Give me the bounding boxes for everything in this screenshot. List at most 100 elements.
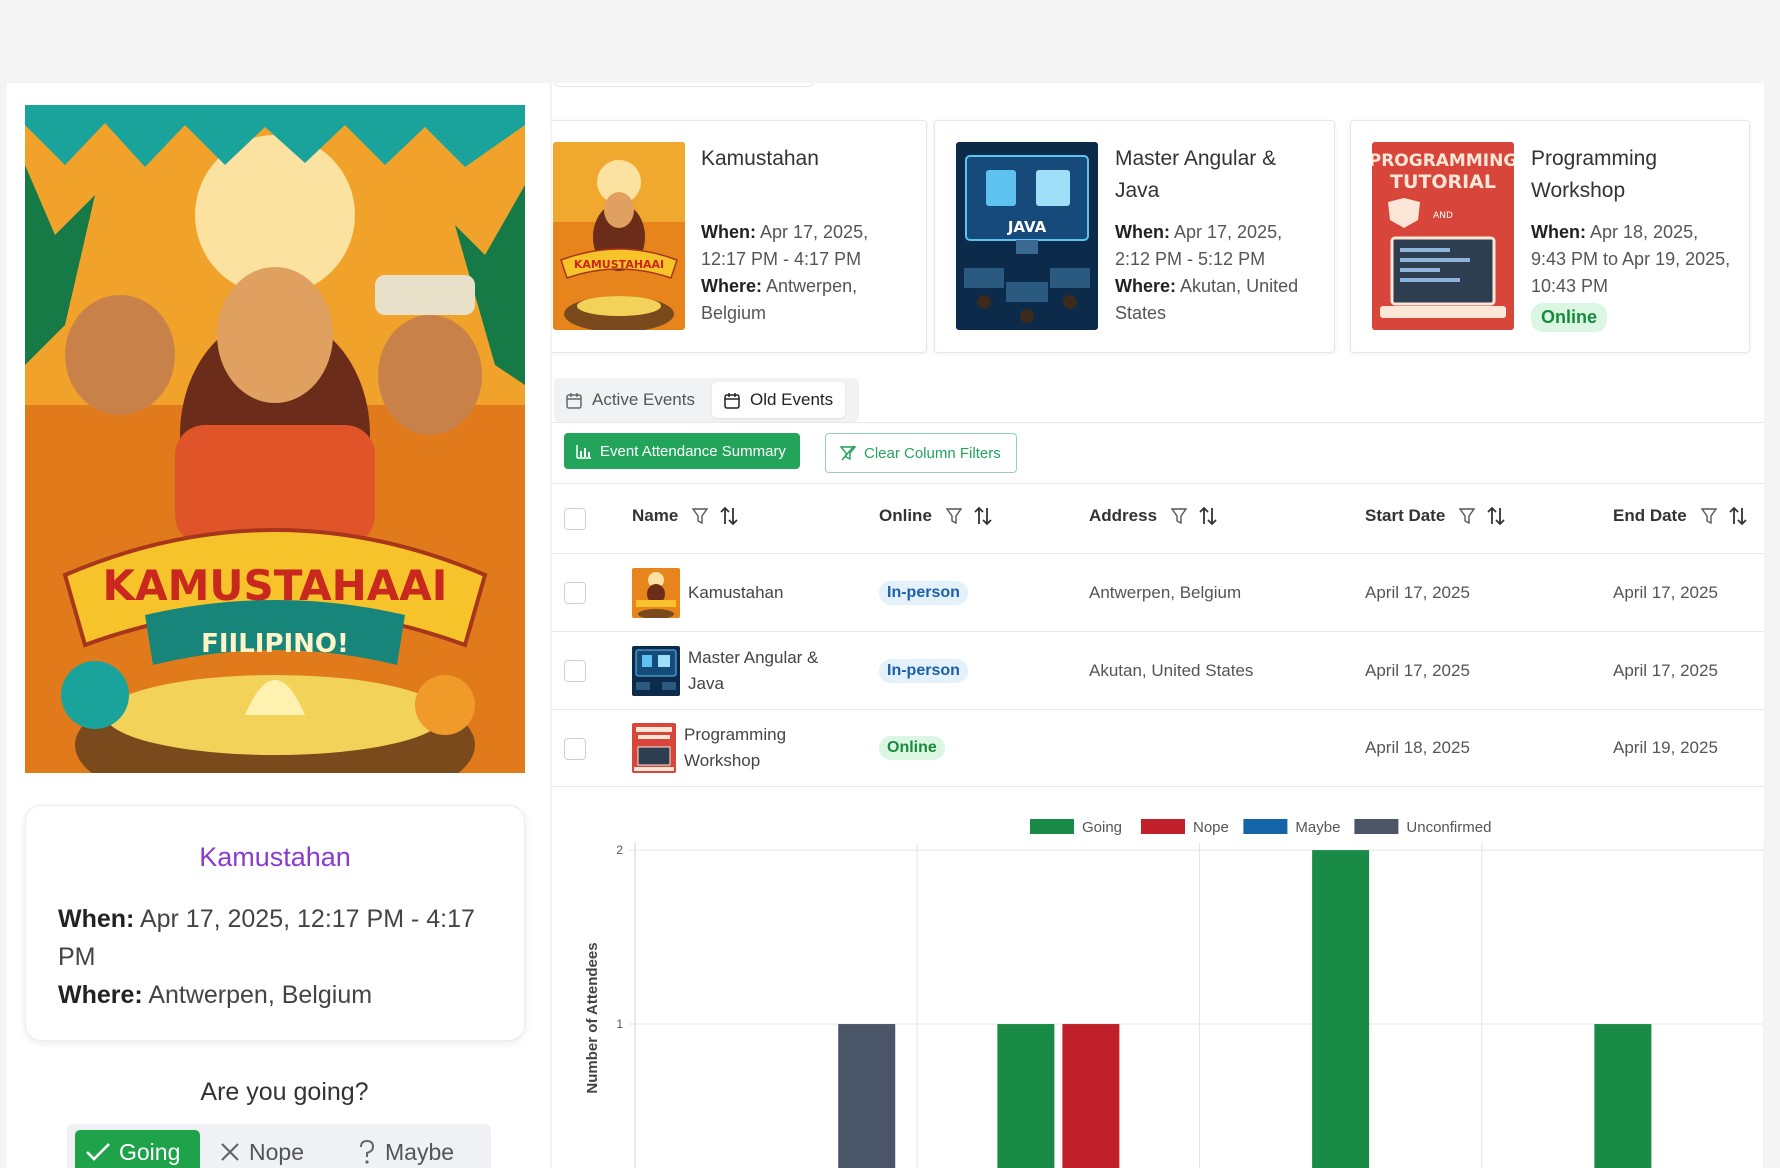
filter-icon[interactable] bbox=[1171, 507, 1188, 525]
kamustahan-mini-art bbox=[632, 567, 680, 618]
row-thumbnail bbox=[632, 645, 680, 696]
cell-start-date: April 17, 2025 bbox=[1365, 660, 1470, 680]
sort-icon[interactable] bbox=[1199, 506, 1217, 526]
poster-sub-text: FIILIPINO! bbox=[201, 629, 349, 659]
event-thumbnail: JAVA bbox=[956, 142, 1098, 330]
attendance-chart-svg: 012Number of AttendeesGoingNopeMaybeUnco… bbox=[584, 819, 1764, 1168]
filter-icon[interactable] bbox=[945, 507, 962, 525]
event-where-line: Where: Antwerpen, Belgium bbox=[58, 976, 498, 1014]
cell-end-date: April 17, 2025 bbox=[1613, 660, 1718, 680]
table-row[interactable]: Kamustahan In-person Antwerpen, Belgium … bbox=[552, 553, 1764, 631]
rsvp-maybe-button[interactable]: Maybe bbox=[347, 1130, 477, 1168]
sort-icon[interactable] bbox=[720, 506, 738, 526]
cell-end-date: April 19, 2025 bbox=[1613, 738, 1718, 757]
clear-column-filters-button[interactable]: Clear Column Filters bbox=[825, 433, 1017, 473]
column-label: End Date bbox=[1613, 506, 1687, 525]
java-thumb-art: JAVA bbox=[956, 142, 1098, 330]
filter-icon[interactable] bbox=[1459, 507, 1476, 525]
column-header-address[interactable]: Address bbox=[1089, 506, 1229, 526]
cell-start-date: April 17, 2025 bbox=[1365, 582, 1470, 602]
table-row[interactable]: Programming Workshop Online April 18, 20… bbox=[552, 709, 1764, 787]
event-card-master-angular-java[interactable]: JAVA Master Angular & Java When: Apr 17,… bbox=[934, 120, 1335, 353]
select-all-checkbox[interactable] bbox=[564, 508, 586, 530]
events-main-area: KAMUSTAHAAI Kamustahan When: Apr 17, 202… bbox=[552, 83, 1764, 1168]
bar-going bbox=[1312, 850, 1370, 1168]
column-label: Name bbox=[632, 506, 679, 525]
filter-slash-icon bbox=[840, 445, 856, 461]
when-label: When: bbox=[58, 905, 135, 933]
column-label: Address bbox=[1089, 506, 1158, 525]
column-header-end-date[interactable]: End Date bbox=[1613, 506, 1759, 526]
calendar-icon bbox=[566, 392, 582, 409]
tab-label: Old Events bbox=[750, 390, 834, 409]
calendar-icon bbox=[724, 392, 740, 409]
bar-chart-icon bbox=[576, 444, 591, 459]
sort-icon[interactable] bbox=[974, 506, 992, 526]
when-label: When: bbox=[701, 222, 756, 242]
row-checkbox[interactable] bbox=[564, 738, 586, 760]
column-header-name[interactable]: Name bbox=[632, 506, 750, 526]
legend-label: Going bbox=[1082, 819, 1122, 836]
close-icon bbox=[221, 1143, 239, 1161]
event-attendance-summary-button[interactable]: Event Attendance Summary bbox=[564, 433, 800, 469]
in-person-badge: In-person bbox=[879, 658, 968, 683]
event-card-kamustahan[interactable]: KAMUSTAHAAI Kamustahan When: Apr 17, 202… bbox=[552, 120, 927, 353]
cell-address: Antwerpen, Belgium bbox=[1089, 582, 1242, 602]
cell-online: In-person bbox=[879, 554, 968, 631]
event-poster-image: KAMUSTAHAAI FIILIPINO! bbox=[25, 105, 525, 773]
row-name: Kamustahan bbox=[688, 582, 784, 602]
table-row[interactable]: Master Angular & Java In-person Akutan, … bbox=[552, 631, 1764, 709]
rsvp-maybe-label: Maybe bbox=[385, 1138, 455, 1165]
rsvp-going-label: Going bbox=[119, 1138, 181, 1165]
clear-filters-label: Clear Column Filters bbox=[864, 444, 1001, 462]
cell-name: Programming Workshop bbox=[632, 710, 834, 786]
event-card-title: Programming Workshop bbox=[1531, 147, 1658, 202]
column-header-online[interactable]: Online bbox=[879, 506, 1004, 526]
cell-start-date: April 18, 2025 bbox=[1365, 738, 1470, 757]
y-axis-label: Number of Attendees bbox=[584, 942, 601, 1093]
in-person-badge: In-person bbox=[879, 580, 968, 605]
event-card-details: When: Apr 17, 2025, 12:17 PM - 4:17 PM W… bbox=[701, 219, 901, 327]
thumb-text-3: AND bbox=[1433, 211, 1453, 221]
cell-online: In-person bbox=[879, 632, 968, 709]
event-card-programming-workshop[interactable]: PROGRAMMING TUTORIAL AND Programming Wor… bbox=[1350, 120, 1750, 353]
event-when-line: When: Apr 17, 2025, 12:17 PM - 4:17 PM bbox=[58, 900, 498, 976]
event-info-title: Kamustahan bbox=[199, 842, 351, 872]
tab-active-events[interactable]: Active Events bbox=[554, 382, 707, 418]
row-checkbox[interactable] bbox=[564, 582, 586, 604]
legend-swatch bbox=[1243, 819, 1288, 834]
top-tab-stub bbox=[552, 83, 816, 87]
row-thumbnail bbox=[632, 567, 680, 618]
where-label: Where: bbox=[1115, 276, 1177, 296]
filter-icon[interactable] bbox=[1700, 507, 1717, 525]
java-mini-art bbox=[632, 645, 680, 696]
summary-button-label: Event Attendance Summary bbox=[600, 442, 786, 460]
programming-thumb-art: PROGRAMMING TUTORIAL AND bbox=[1372, 142, 1514, 330]
sort-icon[interactable] bbox=[1487, 506, 1505, 526]
rsvp-going-button[interactable]: Going bbox=[75, 1130, 200, 1168]
when-label: When: bbox=[1115, 222, 1170, 242]
poster-illustration: KAMUSTAHAAI FIILIPINO! bbox=[25, 105, 525, 773]
column-label: Start Date bbox=[1365, 506, 1446, 525]
event-card-details: When: Apr 18, 2025, 9:43 PM to Apr 19, 2… bbox=[1531, 219, 1731, 332]
bar-nope bbox=[1062, 1024, 1120, 1168]
check-icon bbox=[86, 1143, 110, 1161]
filter-icon[interactable] bbox=[692, 507, 709, 525]
rsvp-question: Are you going? bbox=[200, 1078, 369, 1106]
cell-name: Kamustahan bbox=[632, 554, 838, 631]
bar-going bbox=[1594, 1024, 1652, 1168]
sort-icon[interactable] bbox=[1729, 506, 1747, 526]
column-header-start-date[interactable]: Start Date bbox=[1365, 506, 1517, 526]
rsvp-nope-label: Nope bbox=[249, 1138, 304, 1165]
rsvp-nope-button[interactable]: Nope bbox=[209, 1130, 319, 1168]
when-label: When: bbox=[1531, 222, 1586, 242]
cell-online: Online bbox=[879, 710, 945, 786]
bar-unconfirmed bbox=[838, 1024, 896, 1168]
event-thumbnail: KAMUSTAHAAI bbox=[553, 142, 685, 330]
kamustahan-thumb-art: KAMUSTAHAAI bbox=[553, 142, 685, 330]
bar-going bbox=[997, 1024, 1055, 1168]
cell-end-date: April 17, 2025 bbox=[1613, 582, 1718, 602]
tab-old-events[interactable]: Old Events bbox=[712, 382, 846, 418]
row-checkbox[interactable] bbox=[564, 660, 586, 682]
legend-swatch bbox=[1030, 819, 1074, 834]
